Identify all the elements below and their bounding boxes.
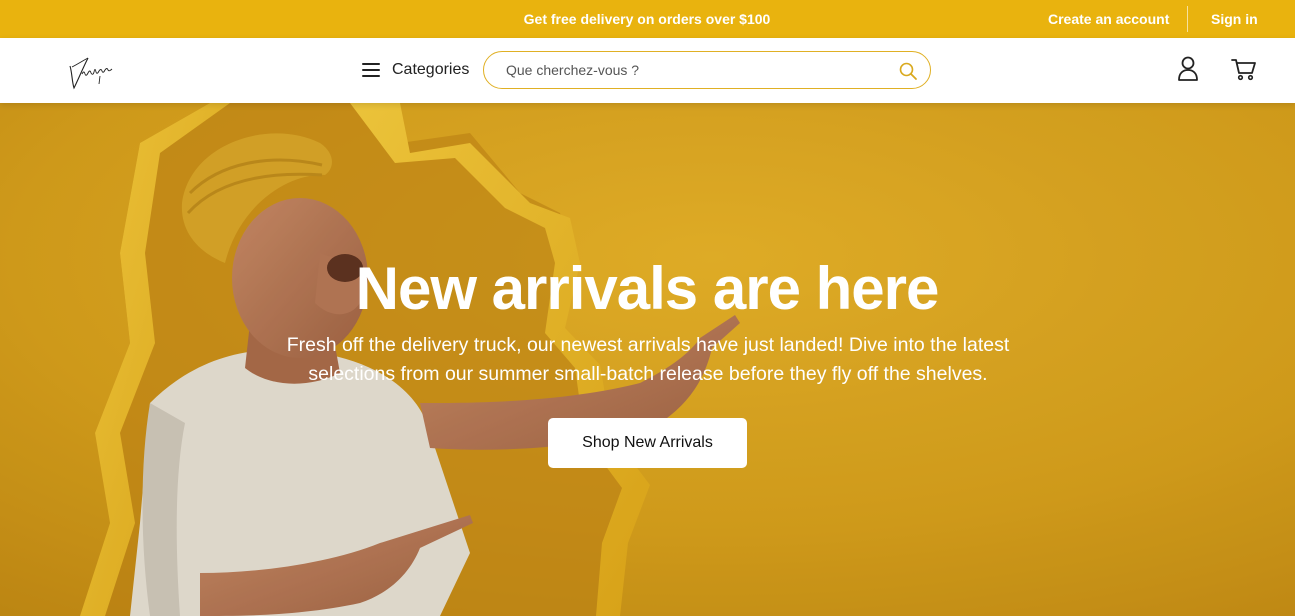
search-bar [483, 51, 931, 89]
promo-bar: Get free delivery on orders over $100 Cr… [0, 0, 1295, 38]
search-input[interactable] [506, 60, 886, 80]
main-nav: Categories [0, 38, 1295, 103]
shop-new-arrivals-button[interactable]: Shop New Arrivals [548, 418, 747, 468]
menu-icon [362, 63, 380, 77]
cart-icon[interactable] [1231, 57, 1257, 81]
hero-banner: New arrivals are here Fresh off the deli… [0, 103, 1295, 616]
categories-menu-button[interactable]: Categories [362, 56, 469, 84]
categories-label: Categories [392, 61, 470, 78]
top-links-divider [1187, 6, 1188, 32]
search-icon[interactable] [898, 61, 918, 81]
hero-title: New arrivals are here [355, 255, 940, 322]
hero-subtitle: Fresh off the delivery truck, our newest… [286, 334, 1010, 385]
vintique-logo[interactable] [66, 46, 126, 92]
create-account-link[interactable]: Create an account [1048, 0, 1169, 38]
sign-in-link[interactable]: Sign in [1211, 0, 1258, 38]
user-icon[interactable] [1176, 56, 1200, 82]
promo-text: Get free delivery on orders over $100 [523, 11, 771, 27]
